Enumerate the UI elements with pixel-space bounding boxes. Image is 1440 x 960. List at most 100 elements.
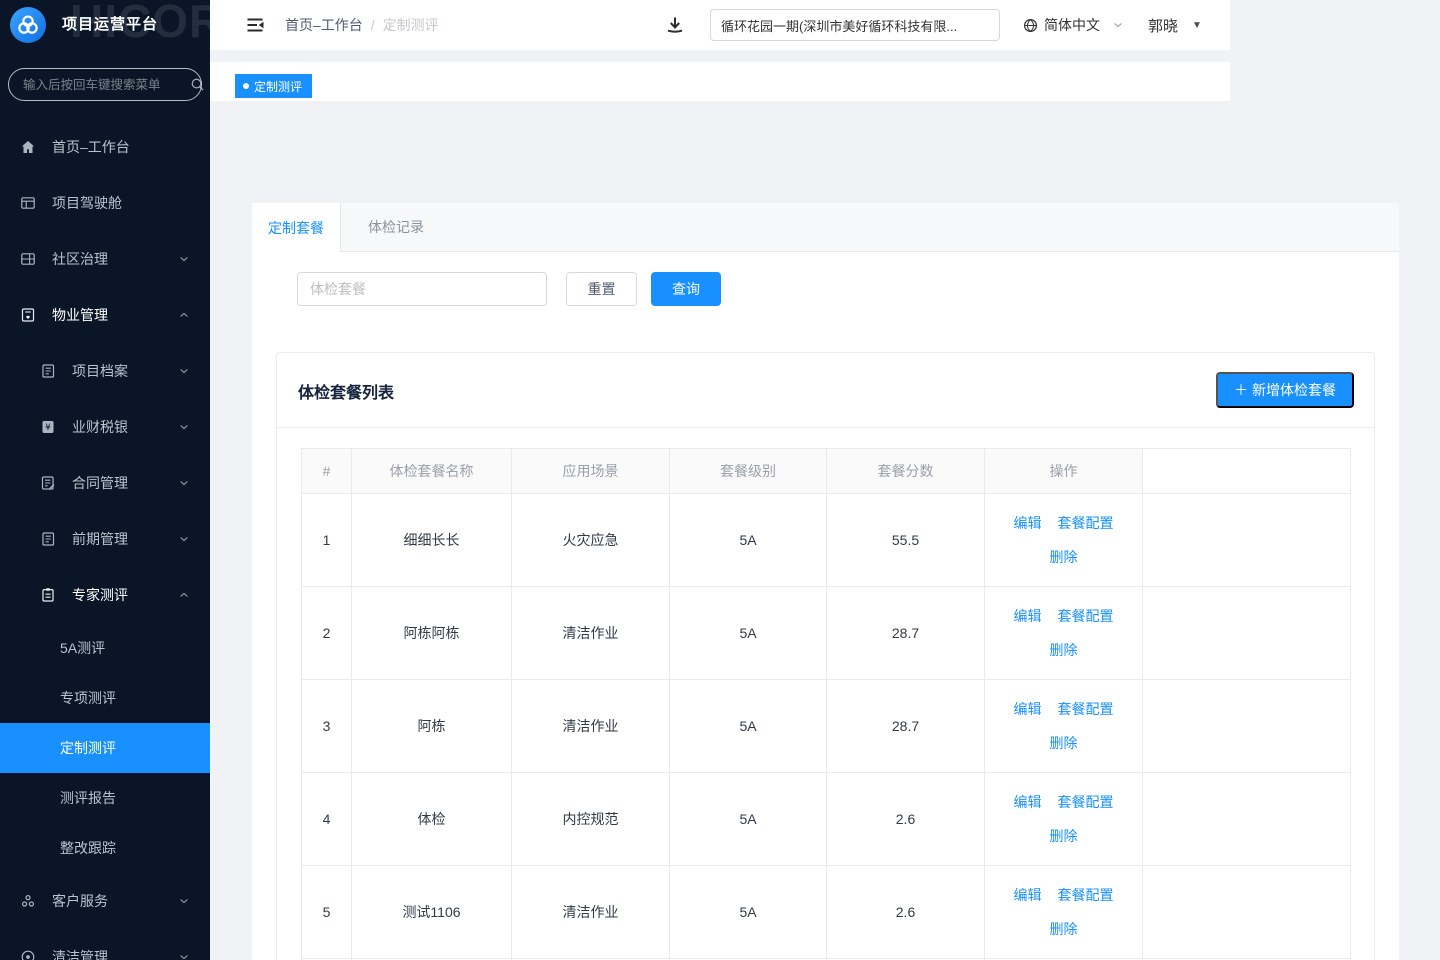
sidebar-item-community[interactable]: 社区治理: [0, 231, 210, 287]
download-icon[interactable]: [665, 15, 685, 35]
package-config-link[interactable]: 套餐配置: [1058, 792, 1114, 812]
yuan-book-icon: ¥: [40, 419, 56, 435]
delete-link[interactable]: 删除: [1050, 642, 1078, 658]
col-actions: 操作: [985, 449, 1143, 494]
tab-label: 体检记录: [368, 217, 424, 237]
sidebar-item-contract[interactable]: 合同管理: [0, 455, 210, 511]
table-row: 1 细细长长 火灾应急 5A 55.5 编辑 套餐配置 删除: [302, 494, 1351, 587]
sidebar-item-label: 专家测评: [72, 585, 128, 605]
sidebar-menu: 首页–工作台 项目驾驶舱 社区治理 物业管理 项目档案: [0, 119, 210, 960]
user-menu[interactable]: 郭晓 ▼: [1148, 0, 1202, 50]
language-switcher[interactable]: 简体中文: [1023, 0, 1124, 50]
project-select[interactable]: 循环花园一期(深圳市美好循环科技有限...: [710, 9, 1000, 41]
cell-spacer: [1143, 494, 1351, 587]
package-config-link[interactable]: 套餐配置: [1058, 513, 1114, 533]
sidebar-item-finance[interactable]: ¥ 业财税银: [0, 399, 210, 455]
sidebar-item-label: 测评报告: [60, 788, 116, 808]
cell-actions: 编辑 套餐配置 删除: [985, 587, 1143, 680]
dashboard-icon: [20, 195, 36, 211]
dot-icon: [243, 83, 249, 89]
search-icon: [190, 77, 205, 92]
package-list-panel: 体检套餐列表 ＋ 新增体检套餐 # 体检套餐名称 应用场景: [276, 352, 1375, 960]
col-scene: 应用场景: [512, 449, 670, 494]
cell-level: 5A: [670, 773, 827, 866]
chevron-down-icon: [178, 951, 190, 960]
edit-link[interactable]: 编辑: [1014, 513, 1042, 533]
content-card: 定制套餐 体检记录 重置 查询 体检套餐列表 ＋ 新增体检套餐: [252, 203, 1399, 960]
sidebar-item-archive[interactable]: 项目档案: [0, 343, 210, 399]
breadcrumb-current: 定制测评: [383, 15, 439, 35]
package-table: # 体检套餐名称 应用场景 套餐级别 套餐分数 操作 1 细细长长: [301, 448, 1351, 960]
package-name-input[interactable]: [297, 272, 547, 306]
menu-search-box[interactable]: [8, 68, 202, 101]
globe-icon: [1023, 18, 1038, 33]
table-row: 5 测试1106 清洁作业 5A 2.6 编辑 套餐配置 删除: [302, 866, 1351, 959]
sidebar-item-preliminary[interactable]: 前期管理: [0, 511, 210, 567]
add-package-button[interactable]: ＋ 新增体检套餐: [1216, 372, 1354, 408]
sidebar-item-cockpit[interactable]: 项目驾驶舱: [0, 175, 210, 231]
menu-search-input[interactable]: [9, 78, 190, 92]
cell-index: 4: [302, 773, 352, 866]
sidebar-item-customer-service[interactable]: 客户服务: [0, 873, 210, 929]
sidebar-item-5a-evaluation[interactable]: 5A测评: [0, 623, 210, 673]
sidebar-item-custom-evaluation[interactable]: 定制测评: [0, 723, 210, 773]
breadcrumb: 首页–工作台 / 定制测评: [285, 0, 439, 50]
edit-link[interactable]: 编辑: [1014, 606, 1042, 626]
chevron-up-icon: [178, 589, 190, 601]
sidebar-item-evaluation-report[interactable]: 测评报告: [0, 773, 210, 823]
page-tag-custom-evaluation[interactable]: 定制测评: [235, 74, 312, 98]
sidebar-item-home[interactable]: 首页–工作台: [0, 119, 210, 175]
chevron-down-icon: [178, 895, 190, 907]
package-config-link[interactable]: 套餐配置: [1058, 606, 1114, 626]
package-table-wrap: # 体检套餐名称 应用场景 套餐级别 套餐分数 操作 1 细细长长: [277, 428, 1374, 960]
sidebar-item-label: 社区治理: [52, 249, 108, 269]
cell-score: 28.7: [827, 587, 985, 680]
contract-pen-icon: [40, 475, 56, 491]
three-circles-icon: [20, 893, 36, 909]
sidebar-item-label: 5A测评: [60, 638, 105, 658]
sidebar-item-label: 清洁管理: [52, 947, 108, 960]
notebook-icon: [40, 531, 56, 547]
reset-button[interactable]: 重置: [566, 272, 637, 306]
sidebar-item-label: 合同管理: [72, 473, 128, 493]
sidebar-item-expert-evaluation[interactable]: 专家测评: [0, 567, 210, 623]
sidebar-item-label: 项目驾驶舱: [52, 193, 122, 213]
col-spacer: [1143, 449, 1351, 494]
col-index: #: [302, 449, 352, 494]
package-list-header: 体检套餐列表 ＋ 新增体检套餐: [277, 353, 1374, 428]
sidebar: HICORE 项目运营平台 首页–工作台 项目驾驶舱 社区治: [0, 0, 210, 960]
table-row: 4 体检 内控规范 5A 2.6 编辑 套餐配置 删除: [302, 773, 1351, 866]
breadcrumb-home[interactable]: 首页–工作台: [285, 15, 363, 35]
sidebar-item-property[interactable]: 物业管理: [0, 287, 210, 343]
page-tag-label: 定制测评: [254, 78, 302, 95]
cell-level: 5A: [670, 680, 827, 773]
tab-checkup-records[interactable]: 体检记录: [341, 203, 451, 251]
cell-spacer: [1143, 680, 1351, 773]
tab-bar: 定制套餐 体检记录: [252, 203, 1399, 252]
edit-link[interactable]: 编辑: [1014, 699, 1042, 719]
app-logo[interactable]: [10, 7, 46, 43]
package-config-link[interactable]: 套餐配置: [1058, 699, 1114, 719]
tab-label: 定制套餐: [268, 218, 324, 238]
add-package-label: 新增体检套餐: [1252, 380, 1336, 400]
edit-link[interactable]: 编辑: [1014, 792, 1042, 812]
delete-link[interactable]: 删除: [1050, 921, 1078, 937]
sidebar-item-special-evaluation[interactable]: 专项测评: [0, 673, 210, 723]
sidebar-item-rectification-tracking[interactable]: 整改跟踪: [0, 823, 210, 873]
chevron-down-icon: [178, 533, 190, 545]
cell-score: 2.6: [827, 773, 985, 866]
edit-link[interactable]: 编辑: [1014, 885, 1042, 905]
package-config-link[interactable]: 套餐配置: [1058, 885, 1114, 905]
menu-fold-icon[interactable]: [245, 15, 265, 35]
query-button[interactable]: 查询: [651, 272, 721, 306]
delete-link[interactable]: 删除: [1050, 828, 1078, 844]
sidebar-item-cleaning[interactable]: 清洁管理: [0, 929, 210, 960]
delete-link[interactable]: 删除: [1050, 549, 1078, 565]
delete-link[interactable]: 删除: [1050, 735, 1078, 751]
app-root: HICORE 项目运营平台 首页–工作台 项目驾驶舱 社区治: [0, 0, 1440, 960]
cell-index: 3: [302, 680, 352, 773]
home-icon: [20, 139, 36, 155]
username: 郭晓: [1148, 15, 1178, 36]
logo-knot-icon: [13, 10, 43, 40]
tab-custom-package[interactable]: 定制套餐: [252, 203, 341, 252]
